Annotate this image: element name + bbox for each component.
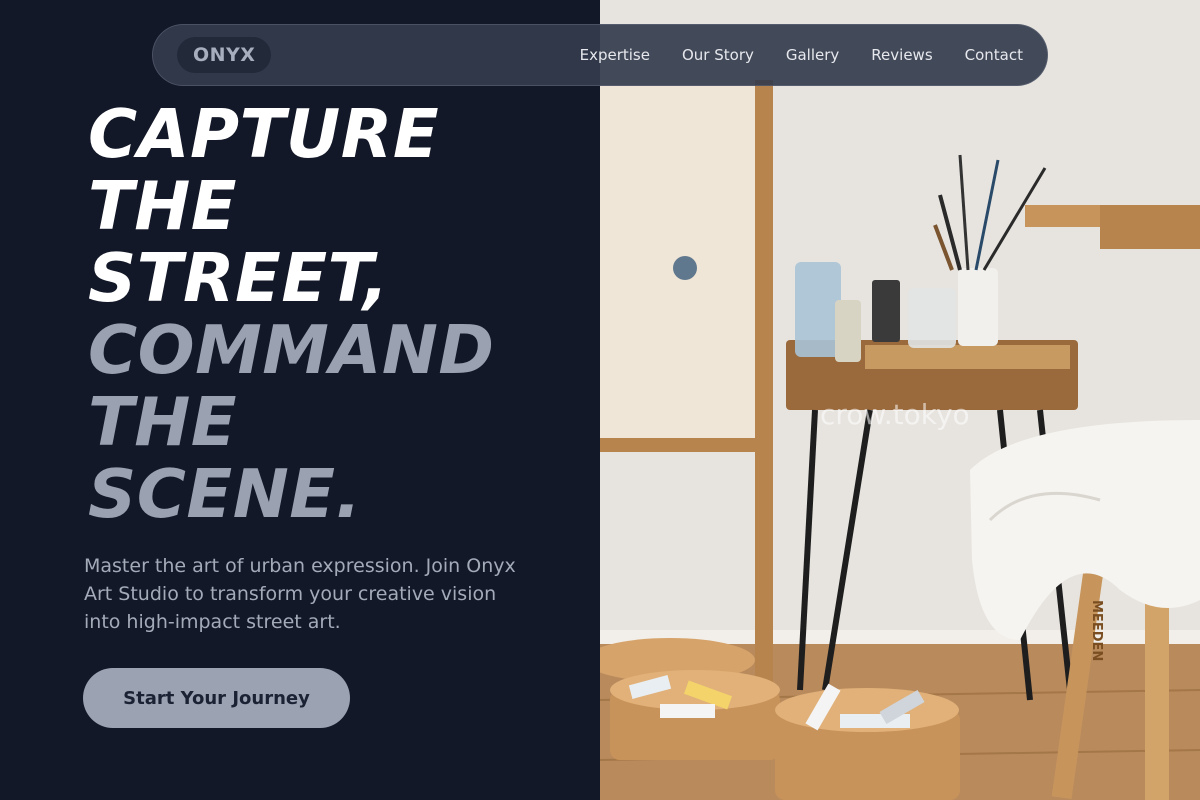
headline-line: CAPTURE <box>88 95 440 173</box>
headline-line-muted: SCENE. <box>88 455 362 533</box>
nav-link-expertise[interactable]: Expertise <box>580 46 650 64</box>
nav-link-reviews[interactable]: Reviews <box>871 46 932 64</box>
brand-logo[interactable]: ONYX <box>177 37 272 73</box>
photo-watermark: crow.tokyo <box>820 398 970 431</box>
nav-link-contact[interactable]: Contact <box>965 46 1023 64</box>
headline-line-muted: COMMAND <box>88 311 495 389</box>
nav-link-our-story[interactable]: Our Story <box>682 46 754 64</box>
headline-line-muted: THE <box>88 383 238 461</box>
hero-description: Master the art of urban expression. Join… <box>84 555 516 633</box>
nav-link-gallery[interactable]: Gallery <box>786 46 839 64</box>
hero-headline: CAPTURE THE STREET, COMMAND THE SCENE. <box>88 98 495 530</box>
headline-line: THE <box>88 167 238 245</box>
start-journey-button[interactable]: Start Your Journey <box>83 668 350 728</box>
nav-links: Expertise Our Story Gallery Reviews Cont… <box>580 46 1023 64</box>
stool-brand-text: MEEDEN <box>1089 600 1104 661</box>
top-navbar: ONYX Expertise Our Story Gallery Reviews… <box>152 24 1048 86</box>
headline-line: STREET, <box>88 239 389 317</box>
